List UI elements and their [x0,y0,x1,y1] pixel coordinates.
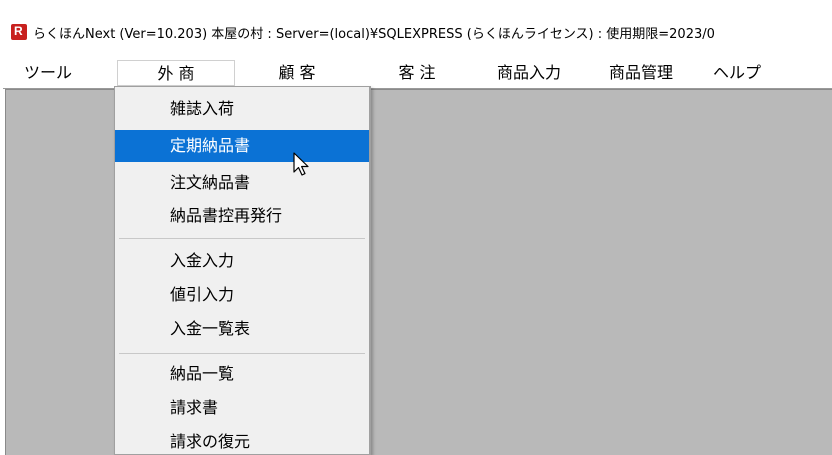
menu-item-payment-list[interactable]: 入金一覧表 [115,313,369,345]
menu-help[interactable]: ヘルプ [704,60,770,86]
menu-gaisho[interactable]: 外 商 [117,60,235,86]
menu-item-delivery-list[interactable]: 納品一覧 [115,358,369,390]
window-title: らくほんNext (Ver=10.203) 本屋の村 : Server=(loc… [33,26,715,42]
title-bar[interactable]: らくほんNext (Ver=10.203) 本屋の村 : Server=(loc… [3,8,832,56]
menu-item-regular-delivery-note[interactable]: 定期納品書 [115,130,369,162]
gaisho-dropdown-menu: 雑誌入荷 定期納品書 注文納品書 納品書控再発行 入金入力 値引入力 入金一覧表… [114,86,371,455]
menu-product-input[interactable]: 商品入力 [482,60,576,86]
menu-item-delivery-copy-reissue[interactable]: 納品書控再発行 [115,200,369,232]
menu-separator [119,353,365,354]
menu-bar: ツール 外 商 顧 客 客 注 商品入力 商品管理 ヘルプ [3,56,832,89]
menu-item-discount-input[interactable]: 値引入力 [115,279,369,311]
mouse-pointer-icon [293,152,309,176]
menu-item-invoice[interactable]: 請求書 [115,392,369,424]
menu-item-invoice-restore[interactable]: 請求の復元 [115,426,369,454]
menu-item-payment-input[interactable]: 入金入力 [115,245,369,277]
menu-tools[interactable]: ツール [13,60,83,86]
menu-product-manage[interactable]: 商品管理 [594,60,688,86]
menu-item-order-delivery-note[interactable]: 注文納品書 [115,167,369,199]
menu-separator [119,238,365,239]
menu-customer[interactable]: 顧 客 [258,60,336,86]
app-logo-icon [11,24,27,40]
menu-customer-order[interactable]: 客 注 [378,60,456,86]
menu-item-magazine-arrival[interactable]: 雑誌入荷 [115,93,369,125]
